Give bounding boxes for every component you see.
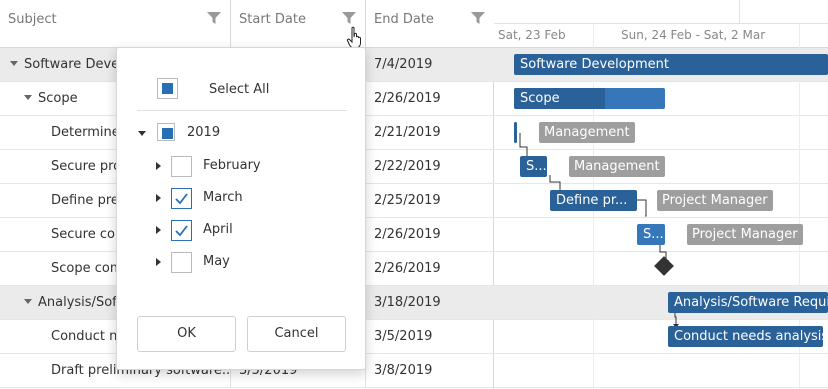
month-label-april[interactable]: April	[203, 222, 233, 237]
select-all-label[interactable]: Select All	[209, 82, 269, 97]
collapse-arrow-icon[interactable]	[24, 299, 32, 304]
cell-end-date: 3/5/2019	[374, 329, 433, 344]
cell-end-date: 2/26/2019	[374, 261, 441, 276]
column-title-end-date: End Date	[374, 12, 434, 27]
milestone-diamond	[654, 256, 674, 276]
collapse-arrow-icon[interactable]	[24, 95, 32, 100]
cell-end-date: 7/4/2019	[374, 57, 433, 72]
cell-end-date: 2/22/2019	[374, 159, 441, 174]
filter-icon[interactable]	[470, 10, 486, 26]
year-checkbox[interactable]	[157, 123, 175, 141]
task-bar-scope[interactable]: Scope	[514, 88, 665, 109]
task-bar-secure-core[interactable]: S...	[637, 224, 665, 245]
month-checkbox-april[interactable]	[171, 220, 192, 241]
resource-label: Management	[539, 122, 635, 143]
collapse-arrow-icon[interactable]	[137, 128, 147, 138]
select-all-checkbox[interactable]	[157, 78, 178, 99]
subject-text: Conduct n	[51, 329, 118, 344]
subject-text: Software Devel	[24, 57, 123, 72]
month-label-february[interactable]: February	[203, 158, 261, 173]
grid-header: Subject Start Date End Date	[0, 0, 494, 48]
task-bar-determine[interactable]	[514, 122, 517, 143]
month-label-may[interactable]: May	[203, 254, 230, 269]
divider	[137, 110, 347, 111]
cell-end-date: 2/26/2019	[374, 91, 441, 106]
subject-text: Scope	[38, 91, 78, 106]
month-checkbox-march[interactable]	[171, 188, 192, 209]
month-label-march[interactable]: March	[203, 190, 243, 205]
year-label[interactable]: 2019	[187, 125, 220, 140]
cell-end-date: 2/25/2019	[374, 193, 441, 208]
expand-arrow-icon[interactable]	[153, 193, 163, 203]
column-header-end-date[interactable]: End Date	[366, 0, 494, 48]
column-title-subject: Subject	[8, 12, 57, 27]
column-header-subject[interactable]: Subject	[0, 0, 231, 48]
resource-label: Management	[569, 156, 665, 177]
filter-popup: Select All 2019 February March April May…	[116, 47, 366, 370]
checkmark-icon	[175, 225, 188, 237]
gantt-timeline: Sat, 23 Feb Sun, 24 Feb - Sat, 2 Mar Sof…	[494, 0, 828, 389]
subject-text: Define pre	[51, 193, 119, 208]
collapse-arrow-icon[interactable]	[10, 61, 18, 66]
subject-text: Scope com	[51, 261, 123, 276]
subject-text: Secure cor	[51, 227, 121, 242]
checkmark-icon	[175, 193, 188, 205]
cell-end-date: 3/18/2019	[374, 295, 441, 310]
subject-text: Secure pro	[51, 159, 122, 174]
subject-text: Determine	[51, 125, 120, 140]
cell-end-date: 2/21/2019	[374, 125, 441, 140]
filter-icon[interactable]	[206, 10, 222, 26]
column-title-start-date: Start Date	[239, 12, 306, 27]
cell-end-date: 2/26/2019	[374, 227, 441, 242]
task-bar-conduct-needs-analysis[interactable]: Conduct needs analysis	[668, 326, 823, 347]
cancel-button[interactable]: Cancel	[247, 316, 346, 352]
task-bar-define[interactable]: Define pr...	[550, 190, 637, 211]
expand-arrow-icon[interactable]	[153, 225, 163, 235]
resource-label: Project Manager	[657, 190, 773, 211]
month-checkbox-february[interactable]	[171, 156, 192, 177]
resource-label: Project Manager	[687, 224, 803, 245]
ok-button[interactable]: OK	[137, 316, 236, 352]
cell-end-date: 3/8/2019	[374, 363, 433, 378]
task-bar-analysis[interactable]: Analysis/Software Requir	[668, 292, 828, 313]
filter-icon[interactable]	[341, 10, 357, 26]
month-checkbox-may[interactable]	[171, 252, 192, 273]
expand-arrow-icon[interactable]	[153, 257, 163, 267]
expand-arrow-icon[interactable]	[153, 161, 163, 171]
task-bar-scope-label: Scope	[520, 91, 560, 106]
subject-text: Analysis/Soft	[38, 295, 122, 310]
task-bar-software-development[interactable]: Software Development	[514, 54, 828, 75]
task-bar-secure[interactable]: S...	[520, 156, 547, 177]
